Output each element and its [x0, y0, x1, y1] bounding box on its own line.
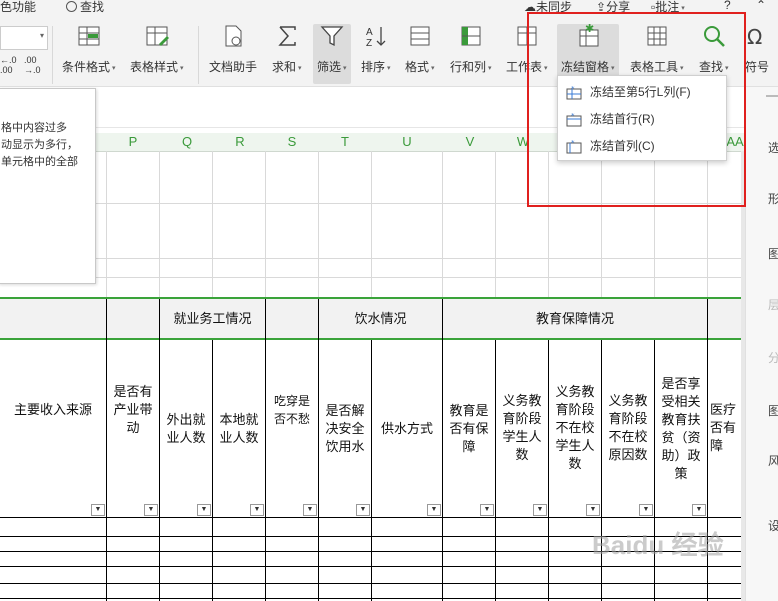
header-medical[interactable]: 医疗否有障 [710, 401, 744, 455]
table-style-icon [146, 26, 169, 46]
conditional-format-button[interactable]: 条件格式 ▾ [62, 24, 116, 75]
side-item[interactable]: 选 [768, 139, 778, 156]
filter-dropdown-button[interactable]: ▼ [144, 504, 158, 516]
header-edu-guaranteed[interactable]: 教育是否有保障 [445, 402, 493, 456]
format-label: 格式 [405, 60, 430, 74]
side-item[interactable]: 形 [768, 190, 778, 207]
filter-dropdown-button[interactable]: ▼ [250, 504, 264, 516]
column-header[interactable]: U [392, 134, 422, 149]
filter-dropdown-button[interactable]: ▼ [586, 504, 600, 516]
filter-dropdown-button[interactable]: ▼ [91, 504, 105, 516]
header-safe-water[interactable]: 是否解决安全饮用水 [321, 402, 369, 456]
group-education[interactable]: 教育保障情况 [443, 310, 707, 328]
filter-button[interactable]: 筛选 ▾ [313, 24, 351, 84]
font-size-box[interactable]: ▾ [0, 26, 48, 50]
header-out-of-school-reason[interactable]: 义务教育阶段不在校原因数 [604, 392, 652, 464]
sum-label: 求和 [272, 60, 297, 74]
row-col-button[interactable]: 行和列 ▾ [450, 24, 492, 75]
symbol-label: 符号 [745, 60, 770, 74]
side-item[interactable]: 图 [768, 245, 778, 262]
vertical-scrollbar[interactable] [741, 151, 745, 601]
filter-label: 筛选 [317, 60, 342, 74]
column-header[interactable]: T [330, 134, 360, 149]
header-local-workers[interactable]: 本地就业人数 [215, 411, 263, 447]
magnifier-icon [66, 1, 77, 12]
column-header[interactable]: R [225, 134, 255, 149]
header-industry[interactable]: 是否有产业带动 [109, 383, 157, 437]
format-icon [410, 26, 430, 46]
side-item[interactable]: 风 [768, 452, 778, 469]
watermark: Baidu 经验 [592, 530, 724, 560]
header-water-supply[interactable]: 供水方式 [373, 420, 441, 438]
cell-tooltip: 格中内容过多 动显示为多行， 单元格中的全部 [0, 88, 96, 284]
tooltip-line: 单元格中的全部 [1, 156, 78, 168]
filter-dropdown-button[interactable]: ▼ [303, 504, 317, 516]
top-search-label: 查找 [80, 0, 105, 14]
group-water[interactable]: 饮水情况 [319, 310, 442, 328]
conditional-format-icon [78, 26, 100, 46]
filter-dropdown-button[interactable]: ▼ [692, 504, 706, 516]
help-button[interactable]: ? [724, 0, 731, 12]
svg-text:A: A [366, 27, 373, 38]
doc-assistant-button[interactable]: 文档助手 [209, 24, 257, 75]
filter-dropdown-button[interactable]: ▼ [197, 504, 211, 516]
highlight-annotation-box [527, 12, 746, 207]
header-outside-workers[interactable]: 外出就业人数 [162, 411, 210, 447]
row-col-icon [461, 26, 481, 46]
filter-dropdown-button[interactable]: ▼ [639, 504, 653, 516]
filter-dropdown-button[interactable]: ▼ [533, 504, 547, 516]
table-style-button[interactable]: 表格样式 ▾ [130, 24, 184, 75]
group-employment[interactable]: 就业务工情况 [160, 310, 265, 328]
right-side-panel: 选 形 图 层 分 图 风 设 [745, 87, 778, 601]
tooltip-line: 格中内容过多 [1, 122, 67, 134]
side-item[interactable]: 设 [768, 517, 778, 534]
sort-button[interactable]: AZ 排序 ▾ [361, 24, 391, 75]
omega-icon: Ω [747, 25, 762, 49]
decrease-decimal-button[interactable]: .00 →.0 [24, 55, 46, 75]
sum-button[interactable]: 求和 ▾ [272, 24, 302, 75]
filter-dropdown-button[interactable]: ▼ [427, 504, 441, 516]
tooltip-line: 动显示为多行， [1, 139, 78, 151]
column-header[interactable]: P [118, 134, 148, 149]
header-compulsory-students[interactable]: 义务教育阶段学生人数 [498, 392, 546, 464]
column-header[interactable]: V [455, 134, 485, 149]
header-income-source[interactable]: 主要收入来源 [0, 401, 106, 419]
sort-az-icon: AZ [366, 27, 386, 49]
collapse-ribbon-icon[interactable]: ⌃ [756, 0, 766, 12]
format-button[interactable]: 格式 ▾ [405, 24, 435, 75]
row-col-label: 行和列 [450, 60, 487, 74]
sigma-icon [278, 26, 296, 46]
header-out-of-school[interactable]: 义务教育阶段不在校学生人数 [551, 383, 599, 473]
top-search[interactable]: 查找 [66, 0, 104, 15]
sort-label: 排序 [361, 60, 386, 74]
side-item[interactable]: 层 [768, 296, 778, 313]
funnel-icon [320, 26, 344, 47]
table-style-label: 表格样式 [130, 60, 179, 74]
side-item[interactable]: 分 [768, 349, 778, 366]
svg-text:Ω: Ω [747, 25, 762, 49]
header-food-clothing[interactable]: 吃穿是否不愁 [270, 392, 314, 428]
svg-text:Z: Z [366, 38, 372, 49]
special-features-label[interactable]: 色功能 [0, 0, 36, 15]
column-header[interactable]: S [277, 134, 307, 149]
doc-assistant-icon [225, 25, 242, 47]
column-header[interactable]: Q [172, 134, 202, 149]
doc-assistant-label: 文档助手 [209, 60, 258, 74]
filter-dropdown-button[interactable]: ▼ [356, 504, 370, 516]
conditional-format-label: 条件格式 [62, 60, 111, 74]
increase-decimal-button[interactable]: ←.0 .00 [0, 55, 20, 75]
header-poverty-policy[interactable]: 是否享受相关教育扶贫（资助）政策 [657, 375, 705, 483]
freeze-line [0, 338, 745, 340]
filter-dropdown-button[interactable]: ▼ [480, 504, 494, 516]
side-item[interactable]: 图 [768, 402, 778, 419]
symbol-button[interactable]: Ω 符号 [745, 24, 769, 75]
